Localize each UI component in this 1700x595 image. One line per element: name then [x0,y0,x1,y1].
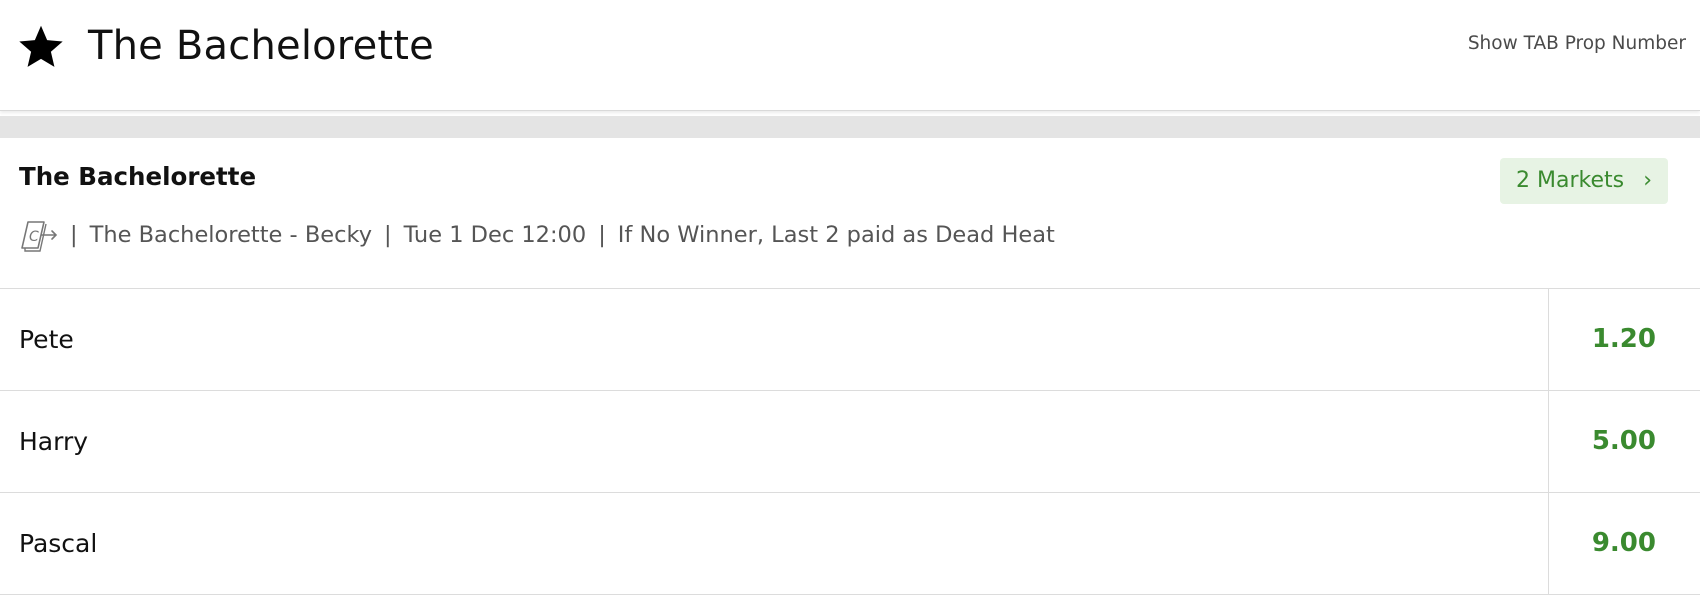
chevron-right-icon: › [1643,168,1652,193]
event-subtitle: The Bachelorette - Becky [89,222,373,248]
section-divider-band [0,116,1700,138]
cashout-icon: C [21,221,58,252]
page-title: The Bachelorette [88,23,434,69]
page-header: The Bachelorette Show TAB Prop Number [0,0,1700,111]
event-datetime: Tue 1 Dec 12:00 [403,222,587,248]
meta-separator: | [70,222,78,248]
runners-list: Pete 1.20 Harry 5.00 Pascal 9.00 [0,288,1700,595]
meta-separator: | [384,222,392,248]
event-name: The Bachelorette [19,162,257,191]
odds-button[interactable]: 5.00 [1548,391,1700,492]
meta-separator: | [598,222,606,248]
runner-name: Pascal [19,529,98,558]
odds-button[interactable]: 9.00 [1548,493,1700,594]
odds-button[interactable]: 1.20 [1548,289,1700,390]
event-card: The Bachelorette 2 Markets › C | The Bac… [0,138,1700,595]
runner-name: Pete [19,325,74,354]
runner-row: Harry 5.00 [0,391,1700,493]
event-rule: If No Winner, Last 2 paid as Dead Heat [617,222,1055,248]
markets-button-label: 2 Markets [1516,168,1625,193]
runner-row: Pascal 9.00 [0,493,1700,595]
markets-button[interactable]: 2 Markets › [1500,158,1668,204]
event-meta: C | The Bachelorette - Becky | Tue 1 Dec… [18,218,1055,252]
star-icon[interactable] [16,22,66,72]
svg-text:C: C [29,229,39,245]
runner-name: Harry [19,427,89,456]
show-tab-prop-number-link[interactable]: Show TAB Prop Number [1468,33,1686,54]
runner-row: Pete 1.20 [0,289,1700,391]
